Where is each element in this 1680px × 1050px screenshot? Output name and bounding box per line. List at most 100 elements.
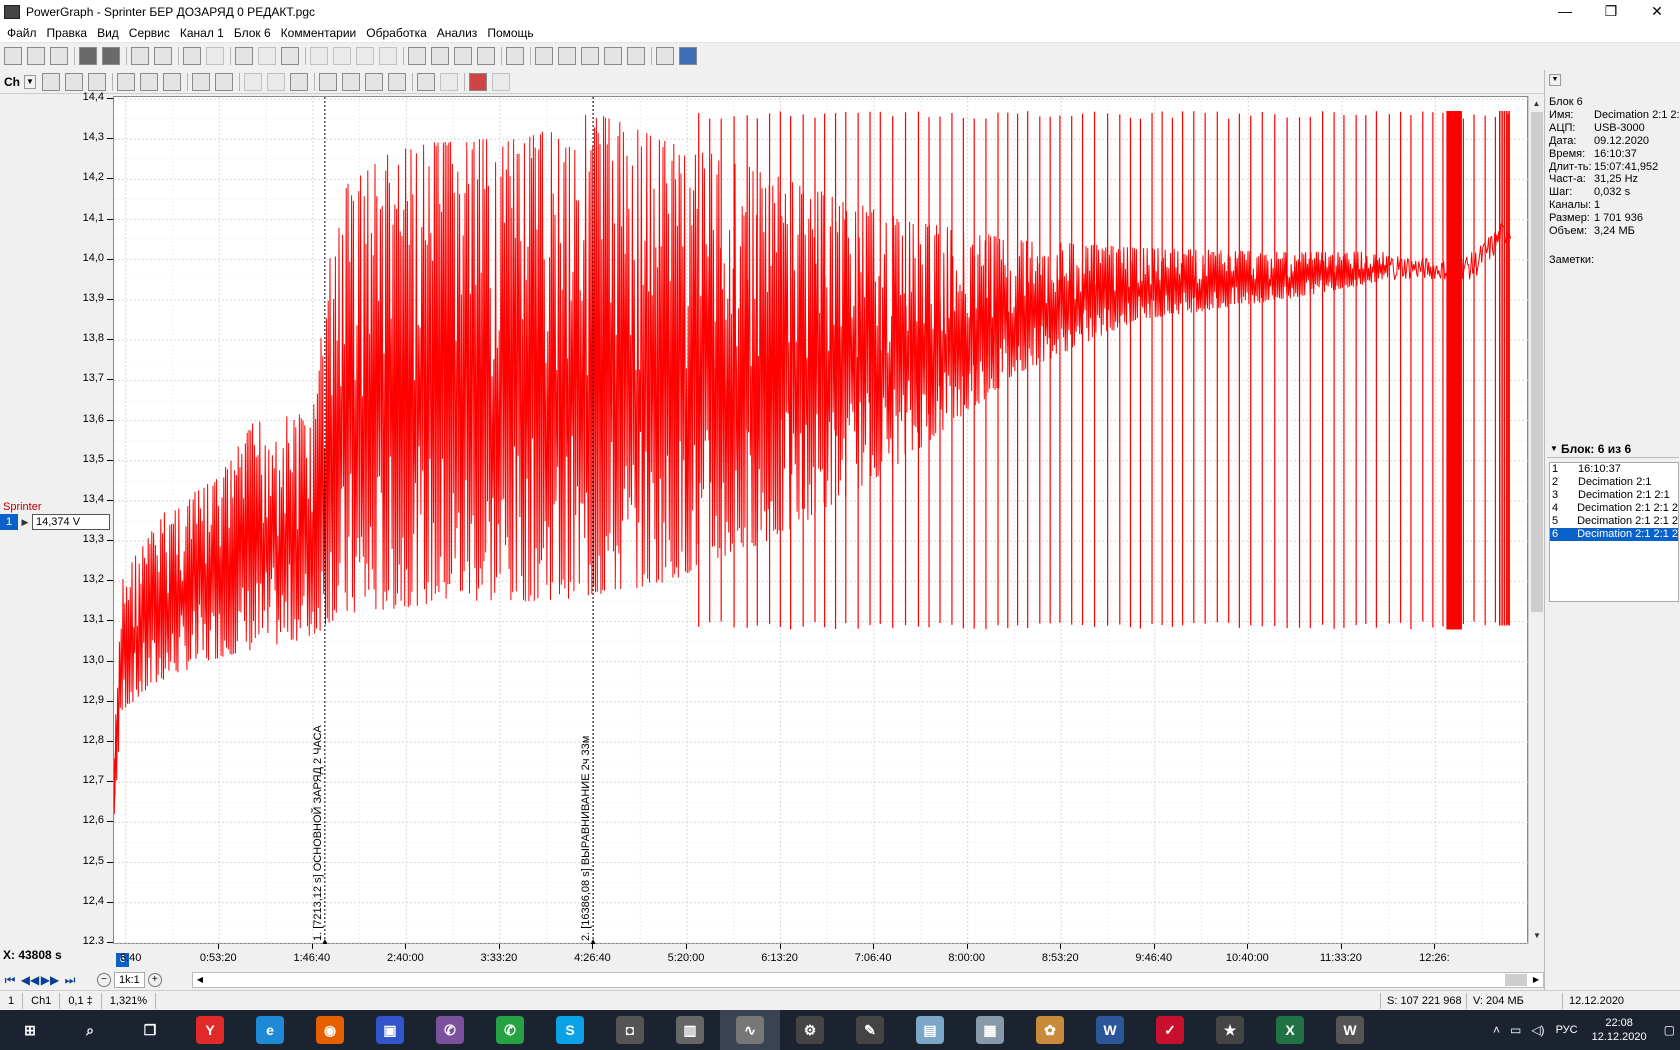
web-help-icon[interactable] [679, 47, 697, 65]
chart-plot-area[interactable]: 1. [7213,12 s] ОСНОВНОЙ ЗАРЯД 2 ЧАСА 2. [… [113, 96, 1529, 945]
taskbar-taskview-icon[interactable]: ❐ [120, 1010, 180, 1050]
notifications-icon[interactable]: ▢ [1664, 1023, 1675, 1037]
duplicate-icon[interactable] [281, 47, 299, 65]
zoom-in-icon[interactable] [88, 72, 106, 91]
grid-fine-icon[interactable] [440, 72, 458, 91]
spectrum-icon[interactable] [604, 47, 622, 65]
play-arrow-icon[interactable]: ▶ [18, 514, 32, 530]
print-preview-icon[interactable] [154, 47, 172, 65]
scroll-thumb[interactable] [1531, 112, 1543, 612]
analysis-zoom-icon[interactable] [558, 47, 576, 65]
autoscale-all-icon[interactable] [215, 72, 233, 91]
hscroll-thumb[interactable] [1505, 974, 1527, 986]
new-file-icon[interactable] [4, 47, 22, 65]
scroll-down-icon[interactable]: ▼ [1529, 928, 1545, 944]
delete-icon[interactable] [206, 47, 224, 65]
taskbar-tool-app-icon[interactable]: ⚙ [780, 1010, 840, 1050]
block-list-item[interactable]: 2 Decimation 2:1 [1550, 476, 1678, 489]
menu-comments[interactable]: Комментарии [276, 24, 362, 42]
taskbar-floppy-app-icon[interactable]: ▣ [360, 1010, 420, 1050]
first-block-icon[interactable]: ⏮ [0, 973, 20, 988]
blocks-list[interactable]: 1 16:10:37 2 Decimation 2:1 3 Decimation 2:1 … [1549, 462, 1679, 602]
menu-view[interactable]: Вид [92, 24, 124, 42]
block-list-item[interactable]: 6 Decimation 2:1 2:1 2 [1550, 528, 1678, 541]
volume-icon[interactable]: ◁) [1531, 1023, 1544, 1037]
fit-horizontal-icon[interactable] [140, 72, 158, 91]
zoom-plus-icon[interactable]: + [147, 973, 162, 987]
menu-analysis[interactable]: Анализ [432, 24, 483, 42]
block-list-item[interactable]: 1 16:10:37 [1550, 463, 1678, 476]
taskbar-viber-icon[interactable]: ✆ [420, 1010, 480, 1050]
process-b-icon[interactable] [431, 47, 449, 65]
tool-a-icon[interactable] [310, 47, 328, 65]
taskbar-whatsapp-icon[interactable]: ✆ [480, 1010, 540, 1050]
menu-file[interactable]: Файл [2, 24, 42, 42]
tool-d-icon[interactable] [379, 47, 397, 65]
go-start-icon[interactable] [319, 72, 337, 91]
taskbar-excel-icon[interactable]: X [1260, 1010, 1320, 1050]
process-a-icon[interactable] [408, 47, 426, 65]
taskbar-calculator-icon[interactable]: ▦ [960, 1010, 1020, 1050]
table-icon[interactable] [535, 47, 553, 65]
menu-channel[interactable]: Канал 1 [175, 24, 229, 42]
tool-c-icon[interactable] [356, 47, 374, 65]
grid-icon[interactable] [417, 72, 435, 91]
taskbar-start-icon[interactable]: ⊞ [0, 1010, 60, 1050]
menu-block[interactable]: Блок 6 [229, 24, 276, 42]
copy-icon[interactable] [235, 47, 253, 65]
taskbar-w-app-icon[interactable]: W [1320, 1010, 1380, 1050]
chevron-down-icon[interactable]: ▼ [24, 74, 36, 89]
remove-marker-icon[interactable] [469, 72, 487, 91]
taskbar-search-icon[interactable]: ⌕ [60, 1010, 120, 1050]
taskbar-camera-icon[interactable]: ◘ [600, 1010, 660, 1050]
go-end-icon[interactable] [388, 72, 406, 91]
cut-icon[interactable] [183, 47, 201, 65]
process-d-icon[interactable] [477, 47, 495, 65]
fit-all-icon[interactable] [163, 72, 181, 91]
open-folder-icon[interactable] [27, 47, 45, 65]
save-as-icon[interactable] [102, 47, 120, 65]
tool-b-icon[interactable] [333, 47, 351, 65]
taskbar-internet-explorer-icon[interactable]: e [240, 1010, 300, 1050]
taskbar-powergraph-icon[interactable]: ∿ [720, 1010, 780, 1050]
function-icon[interactable] [506, 47, 524, 65]
menu-help[interactable]: Помощь [482, 24, 538, 42]
taskbar-yandex-browser-icon[interactable]: Y [180, 1010, 240, 1050]
network-icon[interactable]: ▭ [1510, 1023, 1521, 1037]
horizontal-scrollbar[interactable]: ◀ ▶ [192, 972, 1544, 988]
go-prev-icon[interactable] [342, 72, 360, 91]
minimize-button[interactable]: — [1542, 0, 1588, 23]
zoom-minus-icon[interactable]: − [97, 973, 111, 987]
taskbar-firefox-icon[interactable]: ◉ [300, 1010, 360, 1050]
paste-icon[interactable] [258, 47, 276, 65]
menu-service[interactable]: Сервис [124, 24, 175, 42]
menu-processing[interactable]: Обработка [361, 24, 432, 42]
print-icon[interactable] [131, 47, 149, 65]
chevron-down-icon[interactable]: ▼ [1547, 444, 1561, 453]
remove-all-icon[interactable] [492, 72, 510, 91]
zoom-out-icon[interactable] [65, 72, 83, 91]
save-icon[interactable] [79, 47, 97, 65]
channel-list-icon[interactable] [42, 72, 60, 91]
rewind-icon[interactable]: ◀◀ [20, 973, 40, 987]
close-button[interactable]: ✕ [1634, 0, 1680, 23]
tray-chevron-icon[interactable]: ˄ [1493, 1023, 1500, 1037]
histogram-icon[interactable] [581, 47, 599, 65]
scroll-left-icon[interactable]: ◀ [193, 973, 207, 987]
go-next-icon[interactable] [365, 72, 383, 91]
help-icon[interactable] [656, 47, 674, 65]
marker-b-icon[interactable] [267, 72, 285, 91]
taskbar-pdf-app-icon[interactable]: ✓ [1140, 1010, 1200, 1050]
fast-forward-icon[interactable]: ▶▶ [40, 973, 60, 987]
taskbar-paint-icon[interactable]: ✿ [1020, 1010, 1080, 1050]
menu-edit[interactable]: Правка [42, 24, 93, 42]
taskbar-pen-app-icon[interactable]: ✎ [840, 1010, 900, 1050]
taskbar-skype-icon[interactable]: S [540, 1010, 600, 1050]
scroll-right-icon[interactable]: ▶ [1529, 973, 1543, 987]
taskbar-chip-app-icon[interactable]: ▥ [660, 1010, 720, 1050]
block-list-item[interactable]: 3 Decimation 2:1 2:1 [1550, 489, 1678, 502]
fit-vertical-icon[interactable] [117, 72, 135, 91]
vertical-scrollbar[interactable]: ▲ ▼ [1528, 96, 1544, 944]
marker-a-icon[interactable] [244, 72, 262, 91]
filter-icon[interactable] [627, 47, 645, 65]
